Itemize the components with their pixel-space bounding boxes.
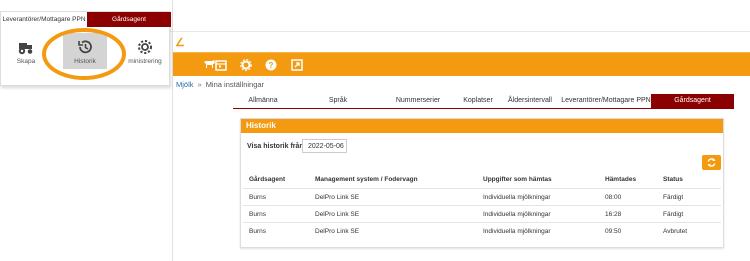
cell-uppgifter: Individuella mjölkningar xyxy=(483,194,551,201)
menu-item-label: Skapa xyxy=(16,58,36,65)
cell-status: Avbrutet xyxy=(663,228,688,235)
calendar-icon[interactable] xyxy=(214,59,227,71)
cell-status: Färdigt xyxy=(663,211,684,218)
panel-title: Historik xyxy=(241,119,723,133)
tab-leverantorer[interactable]: Leverantörer/Mottagare PPN xyxy=(561,94,651,108)
tab-aldersintervall[interactable]: Åldersintervall xyxy=(495,94,565,108)
cell-management: DelPro Link SE xyxy=(315,211,360,218)
cell-gardsagent: Burns xyxy=(249,228,266,235)
col-header-management: Management system / Fodervagn xyxy=(315,176,418,183)
tab-sprak[interactable]: Språk xyxy=(308,94,368,108)
cell-status: Färdigt xyxy=(663,194,684,201)
tab-gardsagent[interactable]: Gårdsagent xyxy=(651,94,734,108)
col-header-uppgifter: Uppgifter som hämtas xyxy=(483,176,552,183)
tab-nummerserier[interactable]: Nummerserier xyxy=(383,94,453,108)
tractor-icon xyxy=(6,39,46,55)
help-icon[interactable]: ? xyxy=(264,59,277,71)
history-date-input[interactable] xyxy=(302,139,347,153)
cell-hamtades: 16:28 xyxy=(605,211,622,218)
table-header: Gårdsagent Management system / Fodervagn… xyxy=(243,171,721,188)
table-row[interactable]: Burns DelPro Link SE Individuella mjölkn… xyxy=(243,205,721,222)
history-table: Gårdsagent Management system / Fodervagn… xyxy=(243,171,721,239)
menu-item-label: ministrering xyxy=(128,58,162,65)
cell-hamtades: 09:50 xyxy=(605,228,622,235)
breadcrumb: Mjölk» Mina inställningar xyxy=(176,80,264,89)
cell-uppgifter: Individuella mjölkningar xyxy=(483,211,551,218)
col-header-status: Status xyxy=(663,176,683,183)
breadcrumb-separator: » xyxy=(197,80,202,89)
svg-text:?: ? xyxy=(268,61,273,70)
cell-gardsagent: Burns xyxy=(249,194,266,201)
cell-uppgifter: Individuella mjölkningar xyxy=(483,228,551,235)
menu-tabs: Leverantörer/Mottagare PPN Gårdsagent xyxy=(1,12,171,27)
tab-allmanna[interactable]: Allmänna xyxy=(233,94,293,108)
gear-icon xyxy=(125,39,165,55)
highlight-ring xyxy=(42,28,126,80)
settings-tabs: Allmänna Språk Nummerserier Koplatser Ål… xyxy=(233,94,734,109)
gear-icon[interactable] xyxy=(239,59,252,71)
history-panel: Historik Visa historik från Gårdsagent M… xyxy=(240,118,724,248)
breadcrumb-link-mjolk[interactable]: Mjölk xyxy=(176,80,194,89)
export-icon[interactable] xyxy=(290,59,303,71)
breadcrumb-current: Mina inställningar xyxy=(205,80,265,89)
menu-tab-gardsagent[interactable]: Gårdsagent xyxy=(87,12,171,27)
cell-management: DelPro Link SE xyxy=(315,194,360,201)
menu-tab-leverantorer[interactable]: Leverantörer/Mottagare PPN xyxy=(1,12,87,27)
cell-hamtades: 08:00 xyxy=(605,194,622,201)
logo-fragment: ∠ xyxy=(175,37,185,49)
cell-gardsagent: Burns xyxy=(249,211,266,218)
cell-management: DelPro Link SE xyxy=(315,228,360,235)
col-header-hamtades: Hämtades xyxy=(605,176,637,183)
refresh-button[interactable] xyxy=(702,155,721,170)
main-toolbar: ? xyxy=(173,52,750,76)
table-row[interactable]: Burns DelPro Link SE Individuella mjölkn… xyxy=(243,222,721,239)
menu-item-skapa[interactable]: Skapa xyxy=(6,39,46,65)
menu-item-administrering[interactable]: ministrering xyxy=(125,39,165,65)
table-row[interactable]: Burns DelPro Link SE Individuella mjölkn… xyxy=(243,188,721,205)
filter-label: Visa historik från xyxy=(247,143,304,150)
divider xyxy=(172,0,173,261)
col-header-gardsagent: Gårdsagent xyxy=(249,176,286,183)
